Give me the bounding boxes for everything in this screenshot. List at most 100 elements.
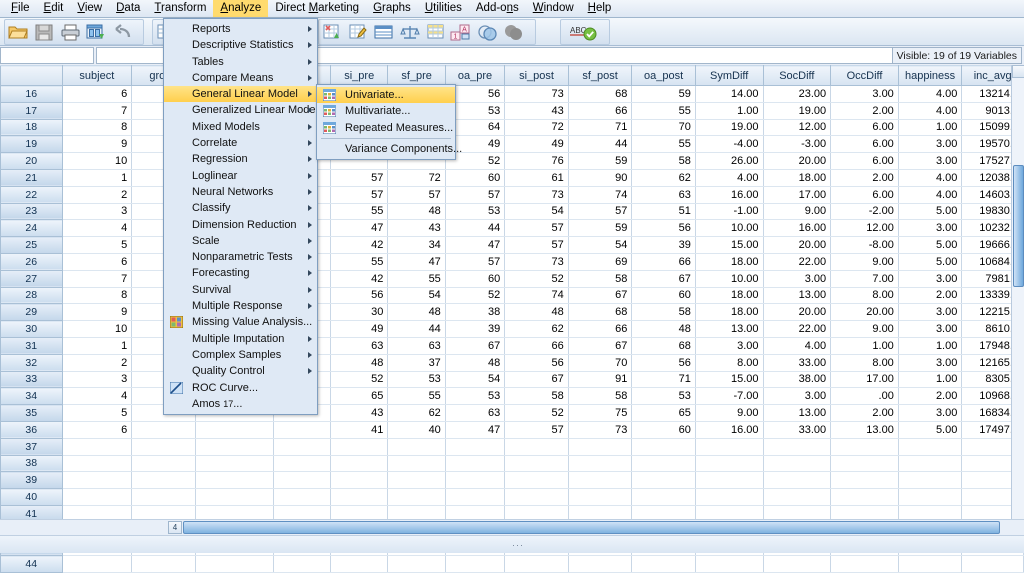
table-cell[interactable] xyxy=(62,471,133,490)
table-cell[interactable] xyxy=(273,421,332,439)
table-cell[interactable] xyxy=(195,471,274,490)
analyze-menu-item-neural-networks[interactable]: Neural Networks xyxy=(164,184,317,200)
table-cell[interactable]: 73 xyxy=(504,85,569,103)
print-icon[interactable] xyxy=(57,20,83,44)
table-cell[interactable]: 58 xyxy=(568,387,633,406)
row-header[interactable]: 29 xyxy=(0,303,63,322)
table-cell[interactable] xyxy=(898,438,963,456)
table-cell[interactable] xyxy=(830,488,899,506)
table-cell[interactable]: 60 xyxy=(631,287,696,305)
table-cell[interactable]: 74 xyxy=(504,287,569,305)
menu-graphs[interactable]: Graphs xyxy=(366,0,418,17)
analyze-menu-item-missing-value-analysis[interactable]: Missing Value Analysis... xyxy=(164,314,317,330)
table-cell[interactable]: 57 xyxy=(330,169,389,187)
table-cell[interactable]: 7.00 xyxy=(830,270,899,288)
table-cell[interactable]: 63 xyxy=(330,337,389,355)
table-cell[interactable] xyxy=(631,455,696,473)
table-cell[interactable]: 3.00 xyxy=(763,270,832,288)
table-cell[interactable] xyxy=(62,438,133,456)
table-cell[interactable]: 52 xyxy=(330,371,389,389)
table-cell[interactable]: 68 xyxy=(631,337,696,355)
analyze-menu-item-nonparametric-tests[interactable]: Nonparametric Tests xyxy=(164,249,317,265)
table-row[interactable]: 22 2 57 57 57 73 74 63 16.00 17.00 6.00 4.00 14603.0 xyxy=(0,185,1024,204)
row-header[interactable]: 28 xyxy=(0,286,63,305)
table-cell[interactable]: 43 xyxy=(330,404,389,422)
table-cell[interactable]: 39 xyxy=(445,320,506,338)
table-row[interactable]: 36 6 41 40 47 57 73 60 16.00 33.00 13.00 5.00 17497.… xyxy=(0,420,1024,439)
table-cell[interactable]: 47 xyxy=(387,253,446,271)
table-cell[interactable]: 71 xyxy=(568,119,633,137)
table-cell[interactable]: 43 xyxy=(387,219,446,238)
table-cell[interactable]: 3.00 xyxy=(830,85,899,103)
table-cell[interactable]: 91 xyxy=(568,371,633,389)
table-row[interactable]: 35 5 43 62 63 52 75 65 9.00 13.00 2.00 3.00 16834.0 xyxy=(0,404,1024,422)
table-cell[interactable] xyxy=(898,488,963,506)
table-cell[interactable]: 55 xyxy=(330,203,389,221)
table-cell[interactable]: 58 xyxy=(631,152,696,170)
table-cell[interactable]: 8.00 xyxy=(830,354,899,372)
table-cell[interactable]: 4.00 xyxy=(898,169,963,187)
vertical-scroll-thumb[interactable] xyxy=(1013,165,1024,287)
table-cell[interactable] xyxy=(504,555,569,573)
row-header[interactable]: 16 xyxy=(0,85,63,103)
table-cell[interactable]: 56 xyxy=(504,354,569,372)
table-cell[interactable]: 63 xyxy=(387,337,446,355)
table-cell[interactable] xyxy=(62,555,133,573)
row-header[interactable]: 27 xyxy=(0,269,63,288)
grid-corner[interactable] xyxy=(0,65,63,86)
table-cell[interactable] xyxy=(695,555,764,573)
table-row[interactable]: 28 8 56 54 52 74 67 60 18.00 13.00 8.00 2.00 13339.0 xyxy=(0,286,1024,305)
table-cell[interactable]: 6 xyxy=(62,253,133,271)
table-cell[interactable]: 18.00 xyxy=(695,303,764,322)
table-cell[interactable]: 16.00 xyxy=(695,186,764,204)
table-cell[interactable]: 56 xyxy=(631,219,696,238)
table-cell[interactable]: 67 xyxy=(504,371,569,389)
table-cell[interactable] xyxy=(445,488,506,506)
table-cell[interactable]: 9 xyxy=(62,303,133,322)
analyze-menu-item-multiple-imputation[interactable]: Multiple Imputation xyxy=(164,331,317,347)
table-cell[interactable]: 75 xyxy=(568,404,633,422)
table-cell[interactable]: 6.00 xyxy=(830,135,899,154)
open-file-icon[interactable] xyxy=(5,20,31,44)
table-cell[interactable] xyxy=(898,455,963,473)
analyze-menu-item-generalized-linear-models[interactable]: Generalized Linear Models xyxy=(164,102,323,118)
table-cell[interactable] xyxy=(273,488,332,506)
row-header[interactable]: 19 xyxy=(0,135,63,154)
table-cell[interactable] xyxy=(195,455,274,473)
table-cell[interactable]: 10.00 xyxy=(695,270,764,288)
table-cell[interactable]: 2 xyxy=(62,354,133,372)
column-header-sf_post[interactable]: sf_post xyxy=(567,65,633,86)
table-cell[interactable] xyxy=(898,471,963,490)
table-cell[interactable]: 60 xyxy=(445,169,506,187)
table-cell[interactable]: 3.00 xyxy=(898,354,963,372)
row-header[interactable]: 35 xyxy=(0,404,63,422)
table-cell[interactable] xyxy=(195,488,274,506)
table-cell[interactable]: 48 xyxy=(387,303,446,322)
table-cell[interactable]: 49 xyxy=(504,135,569,154)
table-cell[interactable]: 5.00 xyxy=(898,253,963,271)
table-cell[interactable]: 52 xyxy=(445,287,506,305)
table-cell[interactable]: 4.00 xyxy=(695,169,764,187)
column-header-SocDiff[interactable]: SocDiff xyxy=(762,65,832,86)
column-header-sf_pre[interactable]: sf_pre xyxy=(387,65,446,86)
table-cell[interactable] xyxy=(273,471,332,490)
table-cell[interactable]: 72 xyxy=(387,169,446,187)
row-header[interactable]: 33 xyxy=(0,370,63,389)
table-cell[interactable] xyxy=(387,488,446,506)
table-cell[interactable] xyxy=(195,555,274,573)
table-cell[interactable] xyxy=(330,471,389,490)
save-file-icon[interactable] xyxy=(31,20,57,44)
table-cell[interactable] xyxy=(330,555,389,573)
column-header-happiness[interactable]: happiness xyxy=(897,65,963,86)
vertical-scrollbar[interactable] xyxy=(1011,65,1024,535)
show-all-variables-icon[interactable] xyxy=(501,20,527,44)
table-cell[interactable]: 47 xyxy=(445,421,506,439)
table-cell[interactable]: 53 xyxy=(445,203,506,221)
table-cell[interactable]: 33.00 xyxy=(763,354,832,372)
table-cell[interactable]: 66 xyxy=(631,253,696,271)
weight-cases-icon[interactable] xyxy=(397,20,423,44)
table-row[interactable]: 19 9 49 49 44 55 -4.00 -3.00 6.00 3.00 19570.0 xyxy=(0,135,1024,154)
table-cell[interactable]: 2.00 xyxy=(830,102,899,120)
table-cell[interactable]: 48 xyxy=(631,320,696,338)
table-row[interactable]: 44 xyxy=(0,555,1024,573)
